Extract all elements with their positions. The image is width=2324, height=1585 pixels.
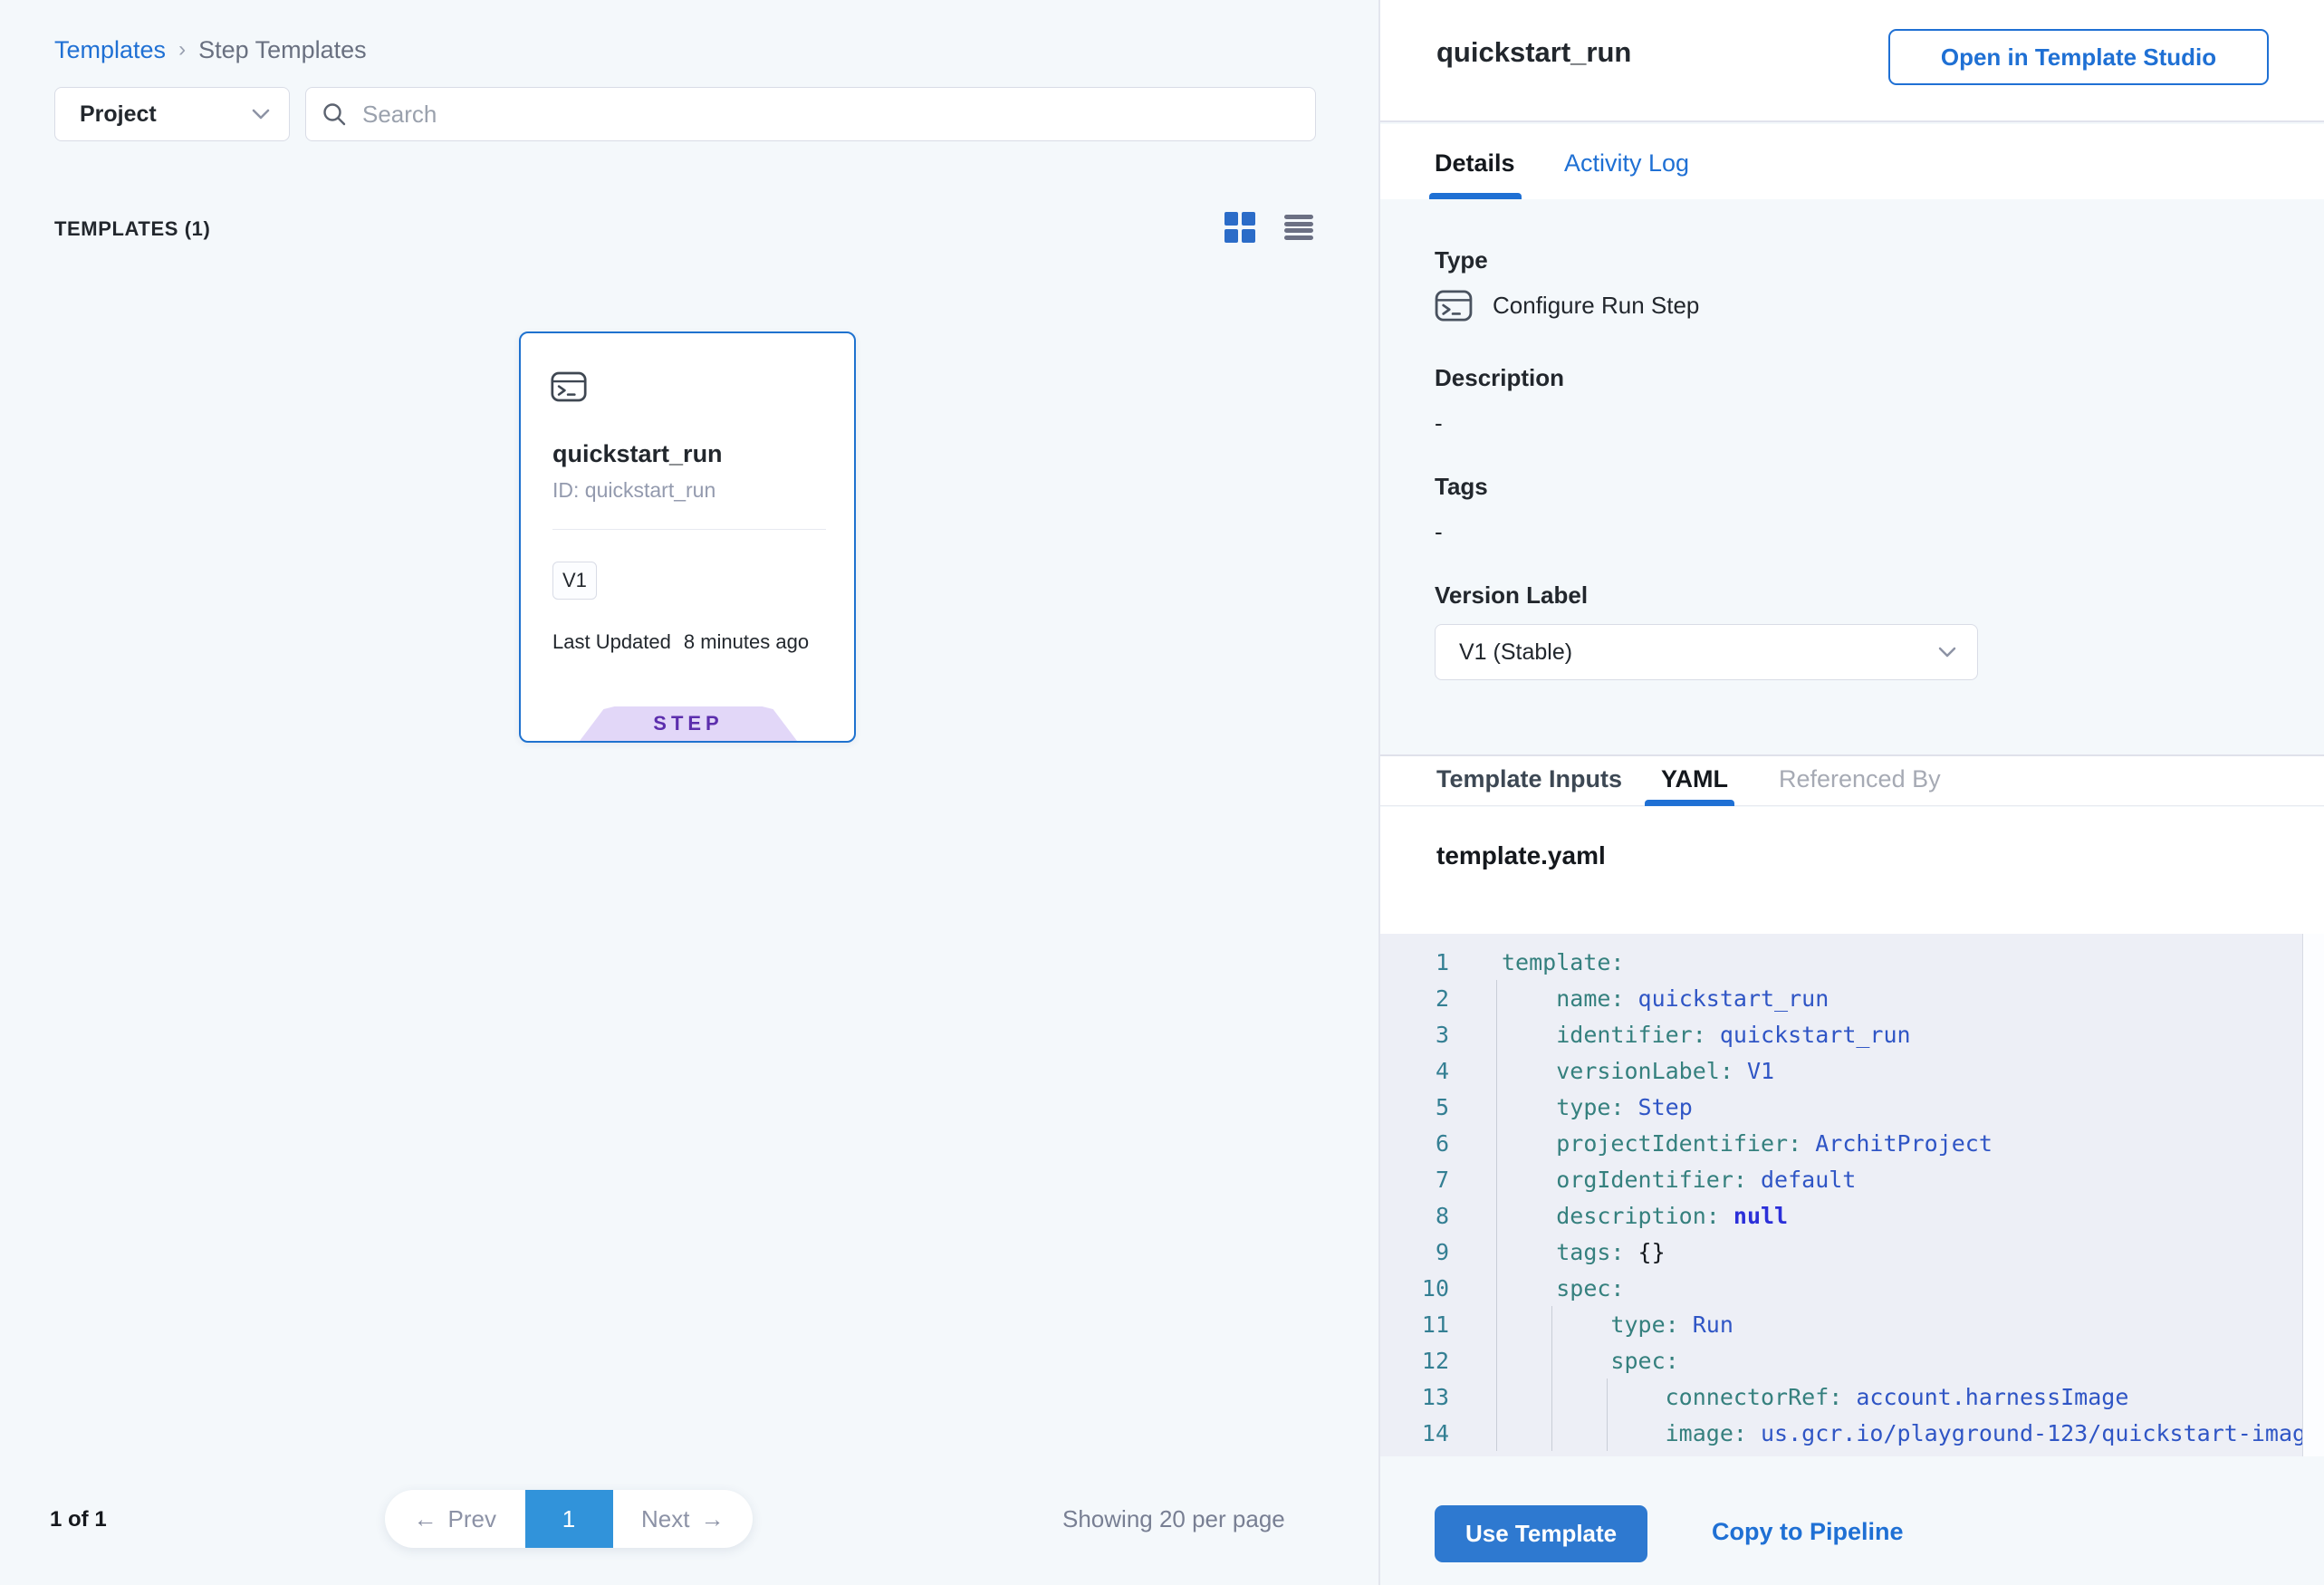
breadcrumb: Templates › Step Templates xyxy=(54,36,367,64)
panel-title: quickstart_run xyxy=(1436,36,1631,69)
yaml-code-line: 12 spec: xyxy=(1380,1342,2324,1378)
type-value-row: Configure Run Step xyxy=(1435,290,1699,322)
yaml-code-line: 1template: xyxy=(1380,944,2324,980)
card-divider xyxy=(552,529,826,530)
version-label: Version Label xyxy=(1435,581,1588,610)
yaml-file-header: template.yaml xyxy=(1380,807,2324,934)
arrow-right-icon: → xyxy=(700,1505,724,1533)
tab-referenced-by[interactable]: Referenced By xyxy=(1779,765,1941,793)
pagination: ← Prev 1 Next → xyxy=(385,1490,753,1548)
page-1-button[interactable]: 1 xyxy=(525,1490,613,1548)
version-select-value: V1 (Stable) xyxy=(1459,639,1572,666)
yaml-code-line: 7 orgIdentifier: default xyxy=(1380,1161,2324,1197)
tab-details[interactable]: Details xyxy=(1435,149,1515,178)
description-label: Description xyxy=(1435,364,1564,392)
breadcrumb-templates-link[interactable]: Templates xyxy=(54,36,166,64)
version-select[interactable]: V1 (Stable) xyxy=(1435,624,1978,680)
scope-select-value: Project xyxy=(80,101,157,128)
type-value: Configure Run Step xyxy=(1493,292,1699,320)
tab-template-inputs[interactable]: Template Inputs xyxy=(1436,765,1622,793)
panel-sub-tabs: Template Inputs YAML Referenced By xyxy=(1380,754,2324,806)
search-input[interactable] xyxy=(360,100,1301,130)
yaml-code-line: 14 image: us.gcr.io/playground-123/quick… xyxy=(1380,1415,2324,1451)
active-subtab-indicator xyxy=(1645,800,1734,806)
yaml-code-line: 8 description: null xyxy=(1380,1197,2324,1234)
tab-yaml[interactable]: YAML xyxy=(1661,765,1728,793)
last-updated-value: 8 minutes ago xyxy=(684,630,809,654)
tags-label: Tags xyxy=(1435,473,1488,501)
prev-page-button[interactable]: ← Prev xyxy=(385,1490,525,1548)
yaml-editor: 1template:2 name: quickstart_run3 identi… xyxy=(1380,934,2324,1456)
view-toggles xyxy=(1224,212,1313,243)
details-panel-header: quickstart_run Open in Template Studio xyxy=(1380,0,2324,122)
run-step-icon xyxy=(1435,290,1473,322)
use-template-button[interactable]: Use Template xyxy=(1435,1505,1647,1562)
chevron-down-icon xyxy=(1937,646,1957,658)
run-step-icon xyxy=(551,371,587,402)
next-label: Next xyxy=(641,1505,689,1533)
next-page-button[interactable]: Next → xyxy=(613,1490,754,1548)
card-id: ID: quickstart_run xyxy=(552,478,715,503)
last-updated-label: Last Updated xyxy=(552,630,671,654)
yaml-file-name: template.yaml xyxy=(1436,841,1606,870)
page-summary: 1 of 1 xyxy=(50,1507,107,1532)
tags-value: - xyxy=(1435,518,1443,546)
yaml-code-line: 4 versionLabel: V1 xyxy=(1380,1052,2324,1089)
yaml-code-line: 10 spec: xyxy=(1380,1270,2324,1306)
list-view-icon[interactable] xyxy=(1284,213,1313,242)
panel-tabs: Details Activity Log xyxy=(1380,124,2324,199)
open-in-template-studio-button[interactable]: Open in Template Studio xyxy=(1888,29,2269,85)
prev-label: Prev xyxy=(448,1505,496,1533)
card-title: quickstart_run xyxy=(552,440,723,468)
tab-activity-log[interactable]: Activity Log xyxy=(1564,149,1689,178)
scope-select[interactable]: Project xyxy=(54,87,290,141)
yaml-code-line: 11 type: Run xyxy=(1380,1306,2324,1342)
step-type-banner: STEP xyxy=(580,706,797,741)
yaml-code-line: 3 identifier: quickstart_run xyxy=(1380,1016,2324,1052)
templates-count: TEMPLATES (1) xyxy=(54,217,210,241)
search-box[interactable] xyxy=(305,87,1316,141)
last-updated-row: Last Updated 8 minutes ago xyxy=(552,630,809,654)
grid-view-icon[interactable] xyxy=(1224,212,1255,243)
per-page-summary: Showing 20 per page xyxy=(1062,1505,1318,1533)
version-badge: V1 xyxy=(552,562,597,600)
description-value: - xyxy=(1435,409,1443,437)
breadcrumb-chevron-icon: › xyxy=(178,37,186,62)
yaml-code-line: 6 projectIdentifier: ArchitProject xyxy=(1380,1125,2324,1161)
template-card[interactable]: quickstart_run ID: quickstart_run V1 Las… xyxy=(519,331,856,743)
yaml-code-lines: 1template:2 name: quickstart_run3 identi… xyxy=(1380,944,2324,1451)
type-label: Type xyxy=(1435,246,1488,274)
search-icon xyxy=(321,101,348,128)
templates-page: Templates › Step Templates Project TEMPL… xyxy=(0,0,2324,1585)
chevron-down-icon xyxy=(251,108,271,120)
yaml-code-line: 5 type: Step xyxy=(1380,1089,2324,1125)
breadcrumb-current: Step Templates xyxy=(198,36,367,64)
yaml-code-line: 13 connectorRef: account.harnessImage xyxy=(1380,1378,2324,1415)
yaml-code-line: 2 name: quickstart_run xyxy=(1380,980,2324,1016)
yaml-code-line: 9 tags: {} xyxy=(1380,1234,2324,1270)
editor-scrollbar[interactable] xyxy=(2302,934,2324,1456)
arrow-left-icon: ← xyxy=(414,1505,437,1533)
copy-to-pipeline-link[interactable]: Copy to Pipeline xyxy=(1712,1518,1904,1546)
active-tab-indicator xyxy=(1429,193,1522,199)
